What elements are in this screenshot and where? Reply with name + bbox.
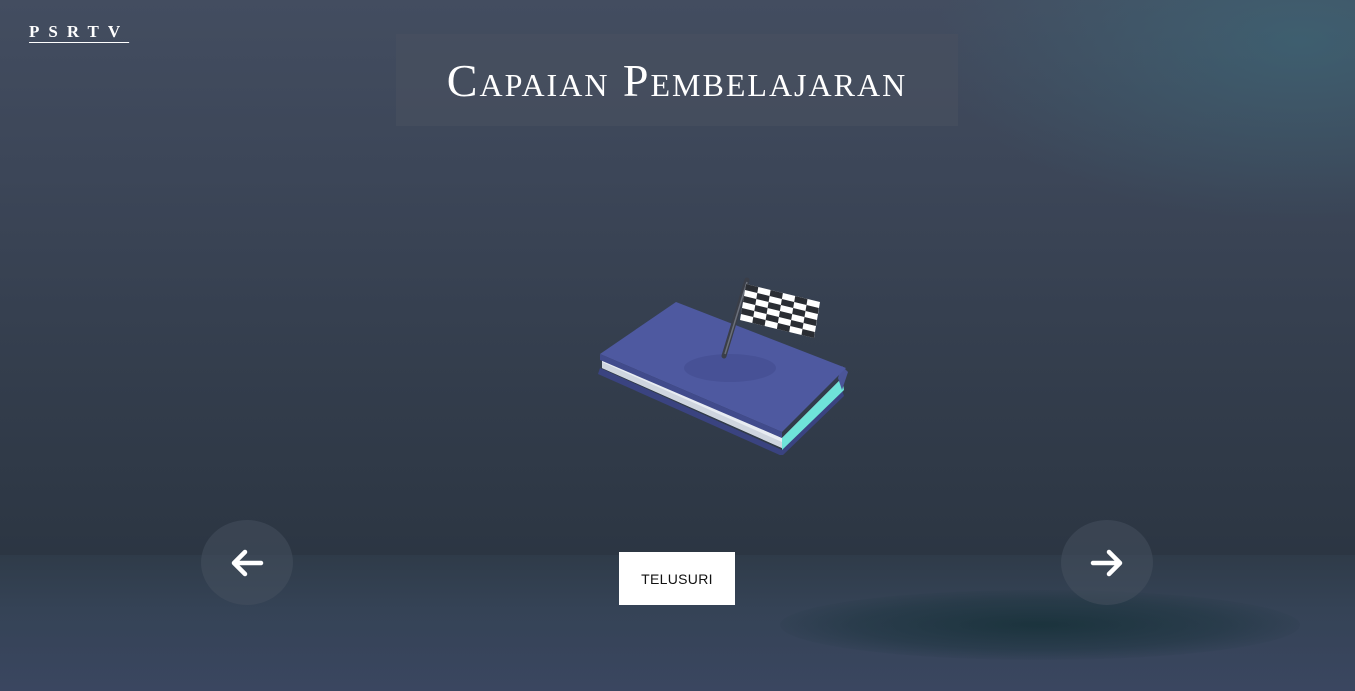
arrow-right-icon: [1090, 549, 1123, 576]
checkered-flag: [740, 284, 820, 338]
next-slide-button[interactable]: [1061, 520, 1153, 605]
title-panel: Capaian Pembelajaran: [396, 34, 958, 126]
page-title: Capaian Pembelajaran: [446, 54, 908, 106]
book-with-checkered-flag-icon: [598, 277, 848, 455]
brand-logo-link[interactable]: PSRTV: [29, 22, 129, 42]
previous-slide-button[interactable]: [201, 520, 293, 605]
explore-button[interactable]: TELUSURI: [619, 552, 735, 605]
arrow-left-icon: [231, 549, 264, 576]
floor-shadow: [780, 590, 1300, 660]
